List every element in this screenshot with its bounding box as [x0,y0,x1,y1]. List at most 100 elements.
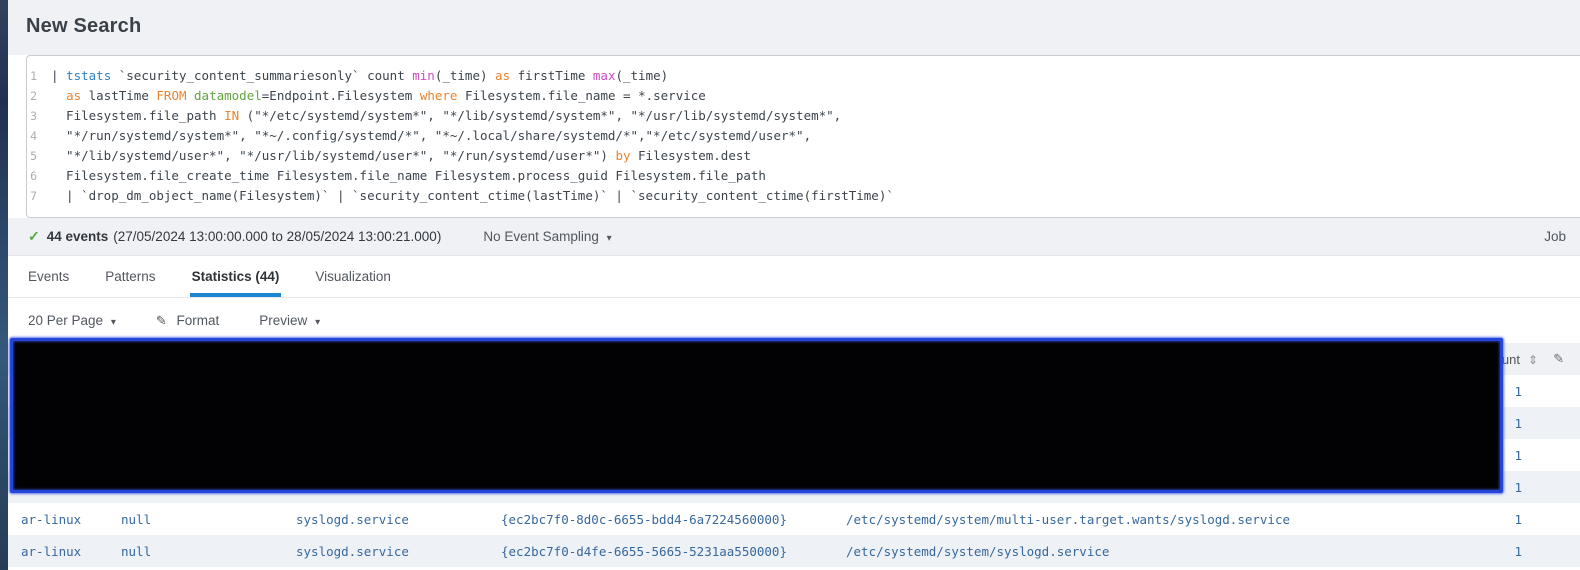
results-tab-bar: Events Patterns Statistics (44) Visualizati… [8,256,1580,298]
table-cell-edit [1538,407,1580,439]
events-time-range: (27/05/2024 13:00:00.000 to 28/05/2024 1… [113,229,442,244]
table-cell[interactable]: ar-linux [8,503,108,535]
preview-dropdown[interactable]: Preview ▾ [259,313,320,328]
line-number: 5 [30,149,37,163]
table-cell-count[interactable]: 1 [1438,503,1538,535]
table-cell-edit [1538,471,1580,503]
tab-statistics-44[interactable]: Statistics (44) [189,256,282,297]
success-check-icon: ✓ [28,228,40,244]
query-line-code[interactable]: "*/lib/systemd/user*", "*/usr/lib/system… [51,146,751,166]
redaction-overlay [10,338,1503,493]
table-cell[interactable]: /etc/systemd/system/multi-user.target.wa… [833,503,1438,535]
query-line: 7 | `drop_dm_object_name(Filesystem)` | … [27,186,1580,206]
query-line: 6 Filesystem.file_create_time Filesystem… [27,166,1580,186]
search-query-editor[interactable]: 1 | tstats `security_content_summariesonl… [26,55,1580,218]
table-cell[interactable]: /etc/systemd/system/syslogd.service [833,535,1438,567]
table-header-edit[interactable]: ✎ [1538,343,1580,375]
line-number: 4 [30,129,37,143]
sort-icon: ⇕ [1527,352,1538,367]
page-header: New Search [8,0,1580,55]
query-token: `security_content_summariesonly` count [111,68,413,83]
query-token: datamodel [194,88,262,103]
query-line-code[interactable]: Filesystem.file_create_time Filesystem.f… [51,166,766,186]
table-cell[interactable]: syslogd.service [283,535,488,567]
format-button[interactable]: ✎ Format [156,313,219,329]
table-cell[interactable]: ar-linux [8,535,108,567]
query-token: (_time) [434,68,496,83]
query-line-code[interactable]: Filesystem.file_path IN ("*/etc/systemd/… [51,106,841,126]
query-line-code[interactable]: | tstats `security_content_summariesonly… [51,66,668,86]
query-token: Filesystem.dest [630,148,751,163]
event-sampling-label: No Event Sampling [483,229,599,244]
table-cell[interactable]: null [108,535,283,567]
query-token: lastTime [81,88,157,103]
query-token: firstTime [510,68,593,83]
event-sampling-dropdown[interactable]: No Event Sampling ▾ [483,229,611,244]
tab-events[interactable]: Events [28,256,69,297]
query-line: 2 as lastTime FROM datamodel=Endpoint.Fi… [27,86,1580,106]
query-token: IN [224,108,240,123]
query-token: as [495,68,511,83]
table-cell[interactable]: null [108,503,283,535]
per-page-dropdown[interactable]: 20 Per Page ▾ [28,313,116,328]
query-line-code[interactable]: | `drop_dm_object_name(Filesystem)` | `s… [51,186,894,206]
pencil-icon: ✎ [1553,351,1565,366]
query-token: by [615,148,631,163]
query-token: where [419,88,458,103]
preview-label: Preview [259,313,308,328]
caret-down-icon: ▾ [110,317,116,328]
line-number: 2 [30,89,37,103]
query-token: "*/run/systemd/system*", "*~/.config/sys… [51,128,812,143]
tab-visualization[interactable]: Visualization [315,256,391,297]
table-row: ar-linux null syslogd.service {ec2bc7f0-8d0… [8,503,1580,535]
query-token: =Endpoint.Filesystem [261,88,420,103]
results-toolbar: 20 Per Page ▾ ✎ Format Preview ▾ [8,298,1580,343]
page-title: New Search [26,15,142,37]
job-menu[interactable]: Job [1544,229,1566,244]
per-page-label: 20 Per Page [28,313,104,328]
query-token [51,88,66,103]
events-count[interactable]: 44 events [47,229,109,244]
tab-patterns[interactable]: Patterns [105,256,155,297]
query-token: Filesystem.file_name = *.service [457,88,706,103]
table-cell-edit [1538,535,1580,567]
query-line: 4 "*/run/systemd/system*", "*~/.config/s… [27,126,1580,146]
query-token: (_time) [615,68,669,83]
query-token: | `drop_dm_object_name(Filesystem)` | `s… [51,188,894,203]
table-cell-count[interactable]: 1 [1438,535,1538,567]
query-line-code[interactable]: as lastTime FROM datamodel=Endpoint.File… [51,86,706,106]
query-line: 5 "*/lib/systemd/user*", "*/usr/lib/syst… [27,146,1580,166]
format-label: Format [176,312,220,328]
query-line: 1 | tstats `security_content_summariesonl… [27,66,1580,86]
table-cell[interactable]: syslogd.service [283,503,488,535]
query-token: "*/lib/systemd/user*", "*/usr/lib/system… [51,148,616,163]
table-cell-edit [1538,503,1580,535]
caret-down-icon: ▾ [315,317,321,328]
query-token: Filesystem.file_create_time Filesystem.f… [51,168,766,183]
line-number: 1 [30,69,37,83]
query-token: FROM [156,88,187,103]
table-row: ar-linux null syslogd.service {ec2bc7f0-d4f… [8,535,1580,567]
caret-down-icon: ▾ [606,233,612,244]
query-line: 3 Filesystem.file_path IN ("*/etc/system… [27,106,1580,126]
window-edge-background [0,0,8,570]
query-line-code[interactable]: "*/run/systemd/system*", "*~/.config/sys… [51,126,811,146]
query-token: | [51,68,67,83]
query-token: ("*/etc/systemd/system*", "*/lib/systemd… [239,108,842,123]
query-token: Filesystem.file_path [51,108,225,123]
table-cell[interactable]: {ec2bc7f0-d4fe-6655-5665-5231aa550000} [488,535,833,567]
query-token: min [412,68,435,83]
query-lines: 1 | tstats `security_content_summariesonl… [27,66,1580,206]
table-cell[interactable]: {ec2bc7f0-8d0c-6655-bdd4-6a7224560000} [488,503,833,535]
line-number: 3 [30,109,37,123]
query-token: tstats [66,68,112,83]
table-cell-edit [1538,375,1580,407]
query-token: max [592,68,616,83]
line-number: 6 [30,169,37,183]
table-cell-edit [1538,439,1580,471]
pencil-icon: ✎ [155,312,167,328]
line-number: 7 [30,189,37,203]
query-token [187,88,195,103]
search-results-summary-bar: ✓ 44 events (27/05/2024 13:00:00.000 to … [8,218,1580,256]
query-token: as [66,88,82,103]
